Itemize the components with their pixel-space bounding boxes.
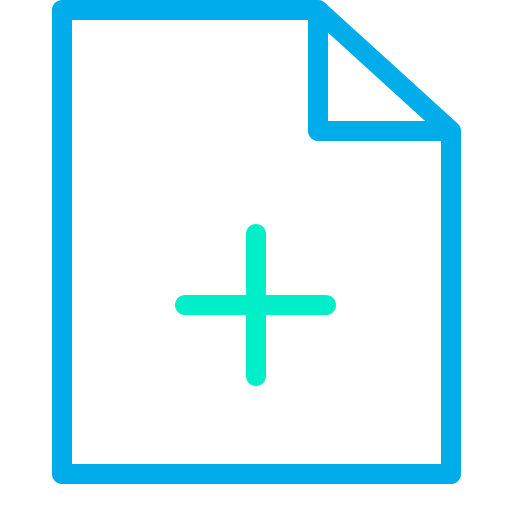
new-file-icon bbox=[52, 0, 461, 484]
icon-canvas bbox=[0, 0, 512, 512]
plus-icon bbox=[175, 224, 336, 386]
